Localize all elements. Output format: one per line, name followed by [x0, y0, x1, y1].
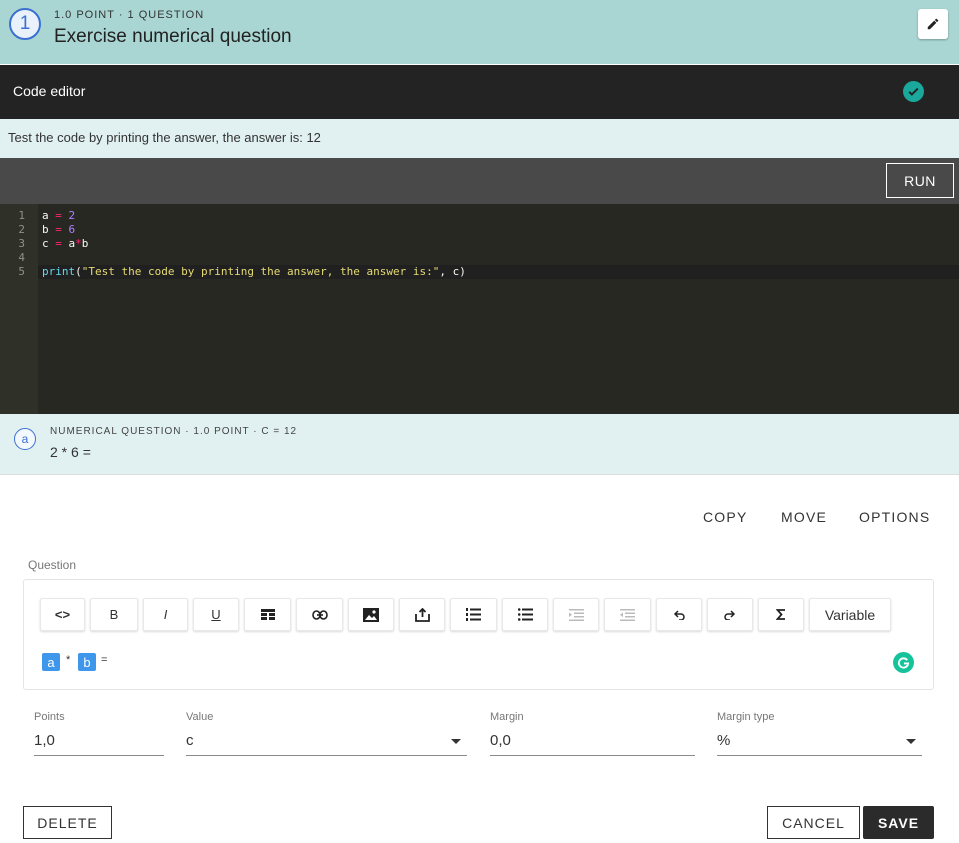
link-icon: [311, 609, 328, 620]
bold-button[interactable]: B: [90, 598, 138, 631]
line-number: 1: [18, 209, 25, 222]
points-label: Points: [34, 711, 65, 723]
cancel-button[interactable]: CANCEL: [767, 806, 860, 839]
undo-icon: [673, 610, 685, 620]
value-field[interactable]: Value c: [186, 711, 467, 756]
line-number: 3: [18, 237, 25, 250]
pencil-icon: [927, 18, 939, 30]
run-button[interactable]: RUN: [886, 163, 954, 198]
points-field[interactable]: Points 1,0: [34, 711, 164, 756]
dropdown-arrow-icon: [451, 739, 461, 744]
table-icon: [260, 608, 275, 620]
underline-label: U: [211, 607, 221, 622]
margin-type-selected: %: [717, 732, 731, 749]
table-button[interactable]: [244, 598, 291, 631]
line-number: 5: [18, 265, 25, 278]
indent-button[interactable]: [553, 598, 599, 631]
dropdown-arrow-icon: [906, 739, 916, 744]
editor-toolbar: [0, 158, 959, 204]
margin-type-label: Margin type: [717, 711, 775, 723]
ordered-list-button[interactable]: [450, 598, 497, 631]
margin-type-field[interactable]: Margin type %: [717, 711, 922, 756]
subquestion-header: a NUMERICAL QUESTION · 1.0 POINT · C = 1…: [0, 414, 959, 475]
value-selected: c: [186, 732, 194, 749]
question-editor[interactable]: [23, 579, 934, 690]
formula-operator: *: [66, 654, 71, 666]
code-line-3: c = a*b: [42, 237, 89, 250]
code-text-area[interactable]: a = 2 b = 6 c = a*b print("Test the code…: [38, 209, 959, 279]
subquestion-expression: 2 * 6 =: [50, 444, 91, 460]
exercise-title: Exercise numerical question: [54, 26, 292, 47]
line-number: 2: [18, 223, 25, 236]
subquestion-meta: NUMERICAL QUESTION · 1.0 POINT · C = 12: [50, 426, 298, 437]
upload-box-icon: [414, 607, 430, 622]
redo-button[interactable]: [707, 598, 753, 631]
undo-button[interactable]: [656, 598, 702, 631]
redo-icon: [724, 610, 736, 620]
points-input[interactable]: 1,0: [34, 732, 164, 756]
code-line-1: a = 2: [42, 209, 76, 222]
code-editor-bar: Code editor: [0, 65, 959, 119]
bullet-list-button[interactable]: [502, 598, 548, 631]
link-button[interactable]: [296, 598, 343, 631]
variable-chip-b[interactable]: b: [78, 653, 96, 671]
value-select[interactable]: c: [186, 732, 467, 756]
margin-label: Margin: [490, 711, 524, 723]
value-label: Value: [186, 711, 214, 723]
exercise-header: 1 1.0 POINT · 1 QUESTION Exercise numeri…: [0, 0, 959, 64]
underline-button[interactable]: U: [193, 598, 239, 631]
delete-button[interactable]: DELETE: [23, 806, 112, 839]
subquestion-letter-badge: a: [14, 428, 36, 450]
move-button[interactable]: MOVE: [781, 509, 827, 525]
bold-label: B: [109, 607, 119, 622]
indent-icon: [568, 608, 584, 621]
code-line-2: b = 6: [42, 223, 76, 236]
copy-button[interactable]: COPY: [703, 509, 747, 525]
code-view-label: <>: [54, 607, 71, 622]
code-line-5: print("Test the code by printing the ans…: [42, 265, 466, 278]
outdent-button[interactable]: [604, 598, 651, 631]
line-number-gutter: 1 2 3 4 5: [0, 204, 38, 414]
question-label: Question: [28, 558, 77, 572]
code-view-button[interactable]: <>: [40, 598, 85, 631]
image-button[interactable]: [348, 598, 394, 631]
edit-button[interactable]: [918, 9, 948, 39]
ordered-list-icon: [466, 608, 481, 621]
exercise-number-badge: 1: [9, 8, 41, 40]
margin-field[interactable]: Margin 0,0: [490, 711, 695, 756]
variable-label: Variable: [824, 606, 876, 623]
margin-input[interactable]: 0,0: [490, 732, 695, 756]
line-number: 4: [18, 251, 25, 264]
sigma-icon: [776, 609, 785, 620]
bullet-list-icon: [517, 608, 533, 621]
math-button[interactable]: [758, 598, 804, 631]
options-button[interactable]: OPTIONS: [859, 509, 930, 525]
italic-label: I: [163, 607, 168, 622]
save-button[interactable]: SAVE: [863, 806, 934, 839]
variable-button[interactable]: Variable: [809, 598, 891, 631]
variable-chip-a[interactable]: a: [42, 653, 60, 671]
check-circle-icon: [903, 81, 924, 102]
grammarly-icon[interactable]: [893, 652, 914, 673]
code-editor-label: Code editor: [13, 83, 86, 99]
image-icon: [363, 607, 379, 622]
outdent-icon: [620, 608, 635, 621]
italic-button[interactable]: I: [143, 598, 188, 631]
formula-equals: =: [101, 654, 108, 666]
exercise-meta: 1.0 POINT · 1 QUESTION: [54, 9, 205, 21]
code-hint: Test the code by printing the answer, th…: [0, 119, 959, 158]
margin-type-select[interactable]: %: [717, 732, 922, 756]
code-editor[interactable]: 1 2 3 4 5 a = 2 b = 6 c = a*b print("Tes…: [0, 204, 959, 414]
embed-button[interactable]: [399, 598, 445, 631]
